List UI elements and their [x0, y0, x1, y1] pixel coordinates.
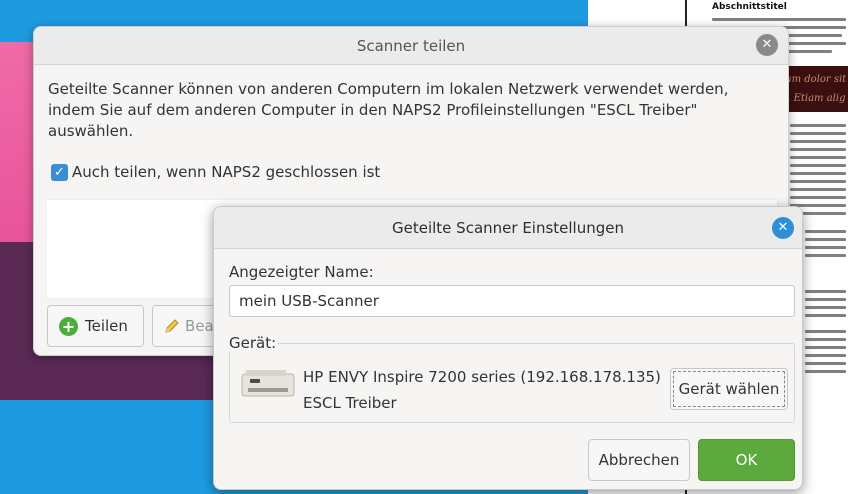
pencil-icon	[165, 319, 179, 333]
dark-box-line: it. Etiam alig	[780, 93, 846, 104]
share-when-closed-option[interactable]: ✓ Auch teilen, wenn NAPS2 geschlossen is…	[51, 162, 380, 182]
dark-box-line: sum dolor sit	[780, 74, 847, 85]
cancel-button[interactable]: Abbrechen	[588, 439, 690, 481]
plus-icon: +	[59, 316, 78, 336]
device-driver: ESCL Treiber	[303, 394, 397, 412]
dialog-title: Geteilte Scanner Einstellungen	[392, 219, 624, 237]
dialog-titlebar[interactable]: Scanner teilen ✕	[34, 27, 788, 65]
choose-device-button[interactable]: Gerät wählen	[670, 368, 788, 410]
share-button-label: Teilen	[85, 317, 128, 335]
share-button[interactable]: + Teilen	[47, 305, 144, 347]
document-heading: Abschnittstitel	[712, 2, 787, 12]
info-text: Geteilte Scanner können von anderen Comp…	[48, 80, 729, 140]
close-icon[interactable]: ✕	[772, 217, 794, 239]
shared-scanner-settings-dialog: Geteilte Scanner Einstellungen ✕ Angezei…	[213, 206, 803, 490]
device-name: HP ENVY Inspire 7200 series (192.168.178…	[303, 368, 661, 386]
display-name-label: Angezeigter Name:	[229, 263, 374, 281]
checkbox-label[interactable]: Auch teilen, wenn NAPS2 geschlossen ist	[72, 163, 380, 181]
dialog-titlebar[interactable]: Geteilte Scanner Einstellungen ✕	[214, 207, 802, 249]
dialog-title: Scanner teilen	[356, 37, 466, 55]
close-icon[interactable]: ✕	[756, 34, 778, 56]
display-name-input[interactable]	[229, 285, 795, 317]
ok-button[interactable]: OK	[698, 439, 795, 481]
device-group: HP ENVY Inspire 7200 series (192.168.178…	[229, 343, 795, 423]
device-label: Gerät:	[229, 334, 279, 352]
printer-icon	[241, 370, 295, 397]
checkbox-checked-icon[interactable]: ✓	[51, 163, 68, 181]
